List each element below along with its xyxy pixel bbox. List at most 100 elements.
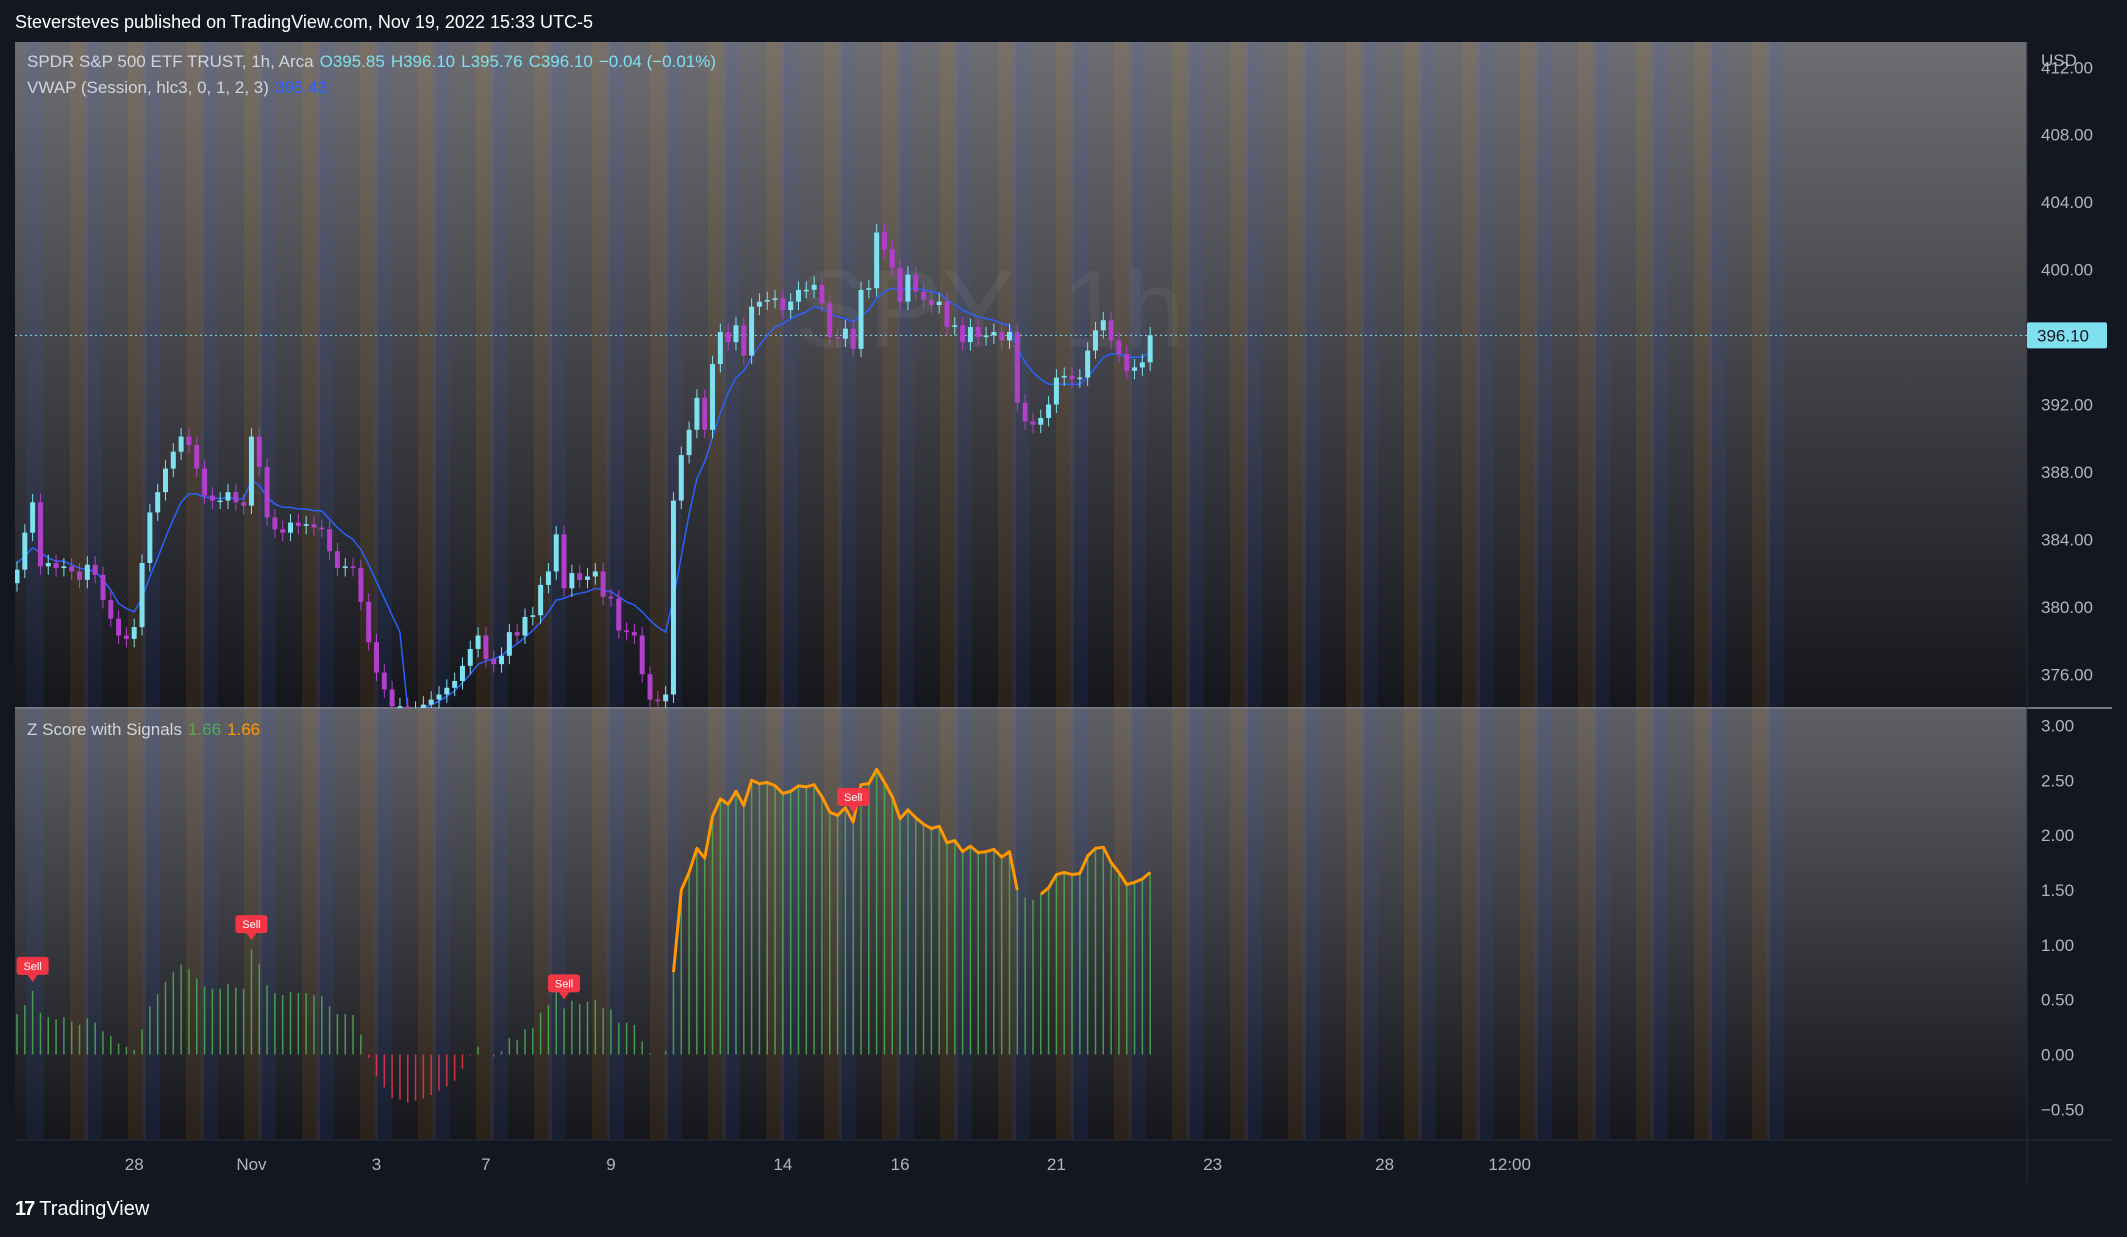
candle-body [561,534,567,589]
candle-body [131,627,137,639]
session-band [1012,709,1030,1140]
zscore-title: Z Score with Signals [27,720,182,739]
sell-label: Sell [555,978,573,990]
session-band [84,709,102,1140]
candle-body [881,232,887,250]
price-axis[interactable]: 412.00408.00404.00400.00396.00392.00388.… [2041,58,2093,684]
price-tick-label: 384.00 [2041,530,2093,549]
candle-body [772,298,778,300]
chart-frame[interactable]: SPY, 1h 412.00408.00404.00400.00396.0039… [15,42,2112,1182]
candle-body [999,332,1005,341]
price-tick-label: 376.00 [2041,665,2093,684]
session-band [1650,42,1668,708]
candle-body [811,284,817,290]
candle-body [827,303,833,338]
session-band [1650,709,1668,1140]
candle-body [92,564,98,575]
zscore-axis[interactable]: 3.00 2.50 2.00 1.50 1.00 0.50 0.00 −0.50 [2041,716,2084,1119]
zscore-tick-label: 2.00 [2041,826,2074,845]
symbol-line: SPDR S&P 500 ETF TRUST, 1h, Arca [27,52,314,71]
candle-body [592,571,598,577]
candle-body [553,534,559,572]
candle-body [61,566,67,569]
time-axis[interactable]: 28 Nov 3 7 9 14 16 21 23 28 12:00 [125,1155,1531,1174]
candle-body [311,524,317,528]
candle-body [913,274,919,292]
candle-body [170,451,176,469]
session-band [1244,709,1262,1140]
candle-body [803,289,809,292]
vwap-legend: VWAP (Session, hlc3, 0, 1, 2, 3) 395.43 [27,78,333,98]
candle-body [84,564,90,580]
candle-body [639,635,645,675]
candle-body [272,517,278,530]
candle-body [850,328,856,349]
candle-body [194,444,200,469]
tradingview-logo-icon: 17 [15,1198,35,1220]
footer-bar [0,1182,2127,1237]
candle-body [991,332,997,336]
candle-body [483,635,489,660]
candle-body [600,571,606,597]
candle-body [1085,350,1091,378]
candle-body [241,502,247,506]
candle-body [663,694,669,702]
candle-body [303,524,309,526]
sell-label: Sell [242,919,260,931]
zscore-legend: Z Score with Signals 1.66 1.66 [27,720,266,740]
session-band [838,42,856,708]
session-band [1128,709,1146,1140]
ohlc-open: O395.85 [319,52,385,71]
candle-body [22,532,28,570]
sell-label: Sell [844,792,862,804]
ohlc-high: H396.10 [390,52,456,71]
candle-body [444,687,450,695]
candle-body [975,326,981,338]
candle-body [616,598,622,631]
session-band [142,709,160,1140]
ohlc-close: C396.10 [528,52,593,71]
candle-body [796,289,801,302]
candle-body [631,632,637,636]
candle-body [960,325,966,343]
candle-body [624,630,630,633]
candle-body [545,571,551,585]
session-band [780,42,798,708]
candle-body [116,618,122,636]
session-band [1534,709,1552,1140]
candle-body [389,689,395,707]
candle-body [905,274,911,302]
candle-body [436,694,442,700]
candle-body [506,632,512,656]
chart-canvas[interactable]: SPY, 1h 412.00408.00404.00400.00396.0039… [15,42,2112,1182]
price-tick-label: 380.00 [2041,598,2093,617]
candle-body [1139,362,1145,368]
session-band [200,42,218,708]
session-band [722,709,740,1140]
candle-body [475,635,481,649]
candle-body [30,502,36,533]
session-band [1418,42,1436,708]
candle-body [342,566,348,569]
session-band [1708,709,1726,1140]
sell-label: Sell [23,961,41,973]
session-band [606,42,624,708]
candle-body [944,301,950,327]
zscore-tick-label: 1.50 [2041,881,2074,900]
candle-body [694,397,700,430]
candle-body [162,468,168,493]
candle-body [420,704,426,708]
tradingview-logo[interactable]: 17 TradingView [15,1198,149,1221]
session-band [1766,42,1784,708]
candle-body [686,429,692,456]
candle-body [921,291,927,300]
session-band [1360,709,1378,1140]
candle-body [1014,332,1020,403]
candle-body [522,616,528,636]
candle-body [100,574,106,601]
session-band [316,709,334,1140]
session-band [722,42,740,708]
candle-body [936,301,942,306]
last-price-badge: 396.10 [2027,322,2107,349]
candle-body [334,551,340,569]
